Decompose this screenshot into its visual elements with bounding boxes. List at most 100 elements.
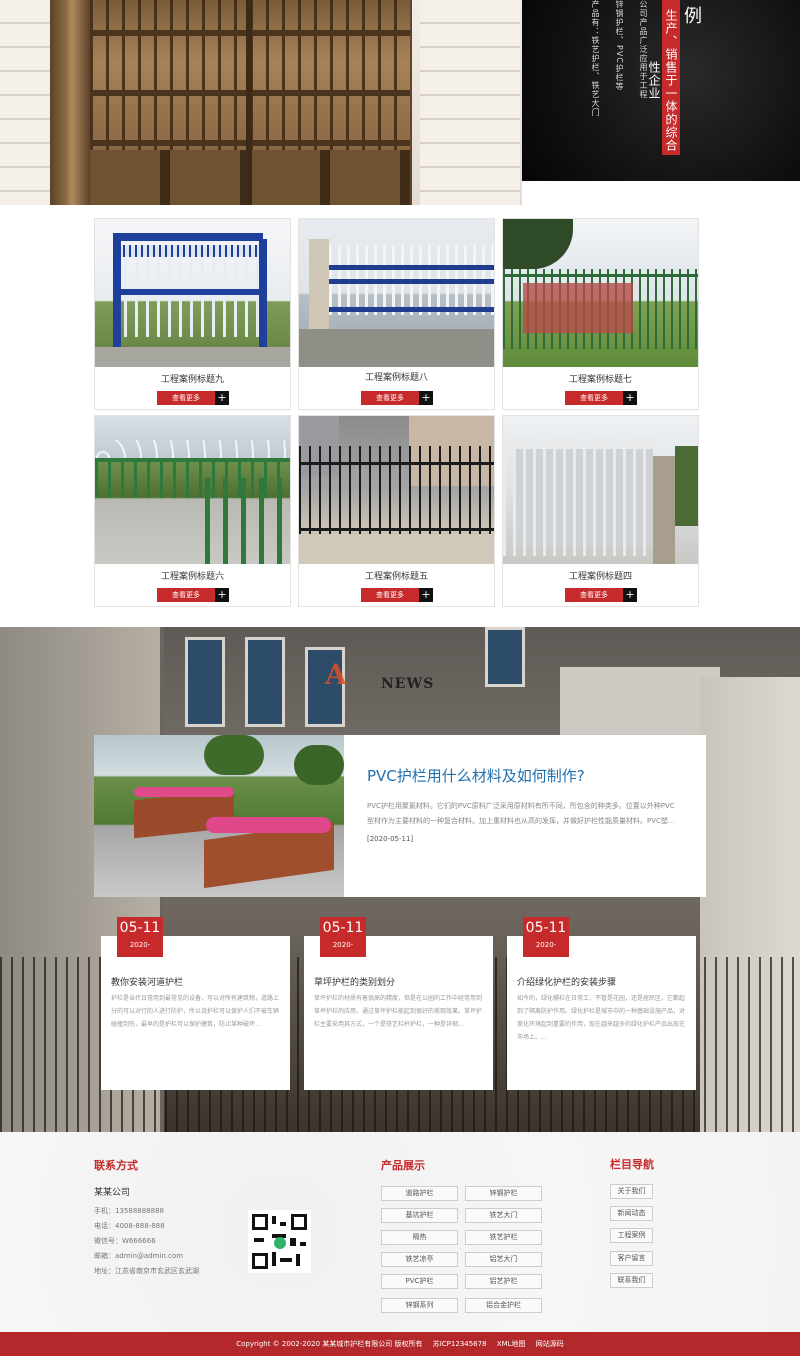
fence-rail (503, 446, 663, 449)
qr-module (290, 1238, 296, 1246)
product-tag[interactable]: 铁艺大门 (465, 1208, 542, 1223)
case-card[interactable]: 工程案例标题四 查看更多 + (502, 415, 699, 607)
source-link[interactable]: 网站源码 (536, 1340, 564, 1348)
qr-code (248, 1210, 311, 1273)
featured-news-summary: PVC护栏用聚氯材料。它们的PVC原料广泛采用原材料有所不同，所包含的种类多。位… (367, 802, 675, 825)
plus-icon[interactable]: + (623, 391, 637, 405)
case-title[interactable]: 工程案例标题四 (503, 569, 698, 582)
product-tag[interactable]: 铝合金护栏 (465, 1298, 542, 1313)
news-card[interactable]: 05-11 2020- 教你安装河道护栏 护栏是当代日常用到最常见的设备，可以对… (101, 917, 290, 1090)
plus-icon[interactable]: + (215, 391, 229, 405)
fence-rail (299, 528, 494, 531)
case-card[interactable]: 工程案例标题五 查看更多 + (298, 415, 495, 607)
hero-banner: 产品有：铁艺护栏、铁艺大门 锌钢护栏、PVC护栏等 公司产品广泛应用于工程 生产… (0, 0, 800, 205)
footer-nav-link[interactable]: 新闻动态 (610, 1206, 653, 1221)
case-title[interactable]: 工程案例标题九 (95, 372, 290, 385)
view-more-label[interactable]: 查看更多 (361, 391, 419, 405)
case-image[interactable] (503, 416, 698, 564)
news-date-badge: 05-11 2020- (320, 917, 366, 957)
fence-rail (299, 462, 494, 465)
product-tag[interactable]: 锌钢护栏 (465, 1186, 542, 1201)
product-tag[interactable]: 铁艺凉亭 (381, 1252, 458, 1267)
plus-icon[interactable]: + (419, 588, 433, 602)
qr-module (296, 1254, 300, 1266)
case-image[interactable] (95, 416, 290, 564)
case-card[interactable]: 工程案例标题八 查看更多 + (298, 218, 495, 410)
case-title[interactable]: 工程案例标题七 (503, 372, 698, 385)
case-card[interactable]: 工程案例标题七 查看更多 + (502, 218, 699, 410)
case-image[interactable] (503, 219, 698, 367)
plus-icon[interactable]: + (215, 588, 229, 602)
news-date-year: 2020- (332, 941, 354, 949)
case-card[interactable]: 工程案例标题六 查看更多 + (94, 415, 291, 607)
flowers (134, 787, 234, 797)
hero-pillar-left (50, 0, 90, 205)
featured-news[interactable]: PVC护栏用什么材料及如何制作? PVC护栏用聚氯材料。它们的PVC原料广泛采用… (94, 735, 706, 897)
footer-nav-link[interactable]: 客户留言 (610, 1251, 653, 1266)
fence-pillar (309, 239, 329, 329)
hero-text-line: 锌钢护栏、PVC护栏等 (615, 0, 624, 91)
case-title[interactable]: 工程案例标题五 (299, 569, 494, 582)
case-card[interactable]: 工程案例标题九 查看更多 + (94, 218, 291, 410)
product-tag[interactable]: 道路护栏 (381, 1186, 458, 1201)
footer-nav-link[interactable]: 工程案例 (610, 1228, 653, 1243)
view-more-label[interactable]: 查看更多 (361, 588, 419, 602)
icp-link[interactable]: 苏ICP12345678 (433, 1340, 487, 1348)
background-building (560, 667, 720, 737)
news-card[interactable]: 05-11 2020- 草坪护栏的类别划分 草坪护栏的材质有着很高的精度，但是在… (304, 917, 493, 1090)
news-card-title[interactable]: 教你安装河道护栏 (111, 975, 183, 988)
watermark-letter: A (325, 658, 347, 691)
news-card-title[interactable]: 介绍绿化护栏的安装步骤 (517, 975, 616, 988)
wall-base (299, 534, 494, 564)
fence-bars (299, 446, 494, 538)
product-tag[interactable]: PVC护栏 (381, 1274, 458, 1289)
view-more-button[interactable]: 查看更多 + (565, 391, 637, 405)
featured-news-date: [2020-05-11] (367, 835, 414, 843)
plus-icon[interactable]: + (623, 588, 637, 602)
case-image[interactable] (95, 219, 290, 367)
fence-loops (95, 440, 290, 458)
view-more-label[interactable]: 查看更多 (565, 588, 623, 602)
view-more-label[interactable]: 查看更多 (157, 391, 215, 405)
wall-panel (523, 283, 633, 333)
fence-front (205, 478, 285, 564)
hero-big-char: 例 (684, 6, 702, 27)
case-title[interactable]: 工程案例标题八 (299, 370, 494, 383)
view-more-button[interactable]: 查看更多 + (157, 588, 229, 602)
product-tag[interactable]: 隔热 (381, 1230, 458, 1245)
product-tag[interactable]: 锌钢系列 (381, 1298, 458, 1313)
plus-icon[interactable]: + (419, 391, 433, 405)
qr-finder (252, 1214, 268, 1230)
qr-finder (252, 1253, 268, 1269)
background-window (245, 637, 285, 727)
footer-nav-link[interactable]: 关于我们 (610, 1184, 653, 1199)
copyright-text: Copyright © 2002-2020 某某城市护栏有限公司 版权所有 (236, 1340, 423, 1348)
fence-ornament (113, 245, 263, 257)
featured-news-image[interactable] (94, 735, 344, 897)
product-tag[interactable]: 铝艺护栏 (465, 1274, 542, 1289)
featured-news-title[interactable]: PVC护栏用什么材料及如何制作? (367, 765, 585, 786)
news-card-title[interactable]: 草坪护栏的类别划分 (314, 975, 395, 988)
news-card[interactable]: 05-11 2020- 介绍绿化护栏的安装步骤 如今的，绿化栅栏在日常工，不管是… (507, 917, 696, 1090)
case-image[interactable] (299, 219, 494, 367)
footer-nav-link[interactable]: 联系我们 (610, 1273, 653, 1288)
product-tag[interactable]: 铝艺大门 (465, 1252, 542, 1267)
fence-rail (113, 233, 263, 241)
news-card-summary: 护栏是当代日常用到最常见的设备，可以对所有建筑物，道路上分的可以对行的人进行防护… (111, 995, 280, 1028)
view-more-button[interactable]: 查看更多 + (361, 588, 433, 602)
product-tag[interactable]: 基坑护栏 (381, 1208, 458, 1223)
product-tag[interactable]: 铁艺护栏 (465, 1230, 542, 1245)
view-more-button[interactable]: 查看更多 + (157, 391, 229, 405)
news-date-badge: 05-11 2020- (523, 917, 569, 957)
contact-email[interactable]: 邮箱：admin@admin.com (94, 1251, 183, 1261)
case-image[interactable] (299, 416, 494, 564)
view-more-label[interactable]: 查看更多 (157, 588, 215, 602)
view-more-button[interactable]: 查看更多 + (565, 588, 637, 602)
ground (95, 347, 290, 367)
products-heading: 产品展示 (381, 1159, 425, 1172)
xml-map-link[interactable]: XML地图 (497, 1340, 526, 1348)
view-more-button[interactable]: 查看更多 + (361, 391, 433, 405)
view-more-label[interactable]: 查看更多 (565, 391, 623, 405)
fence-post (259, 239, 267, 354)
case-title[interactable]: 工程案例标题六 (95, 569, 290, 582)
